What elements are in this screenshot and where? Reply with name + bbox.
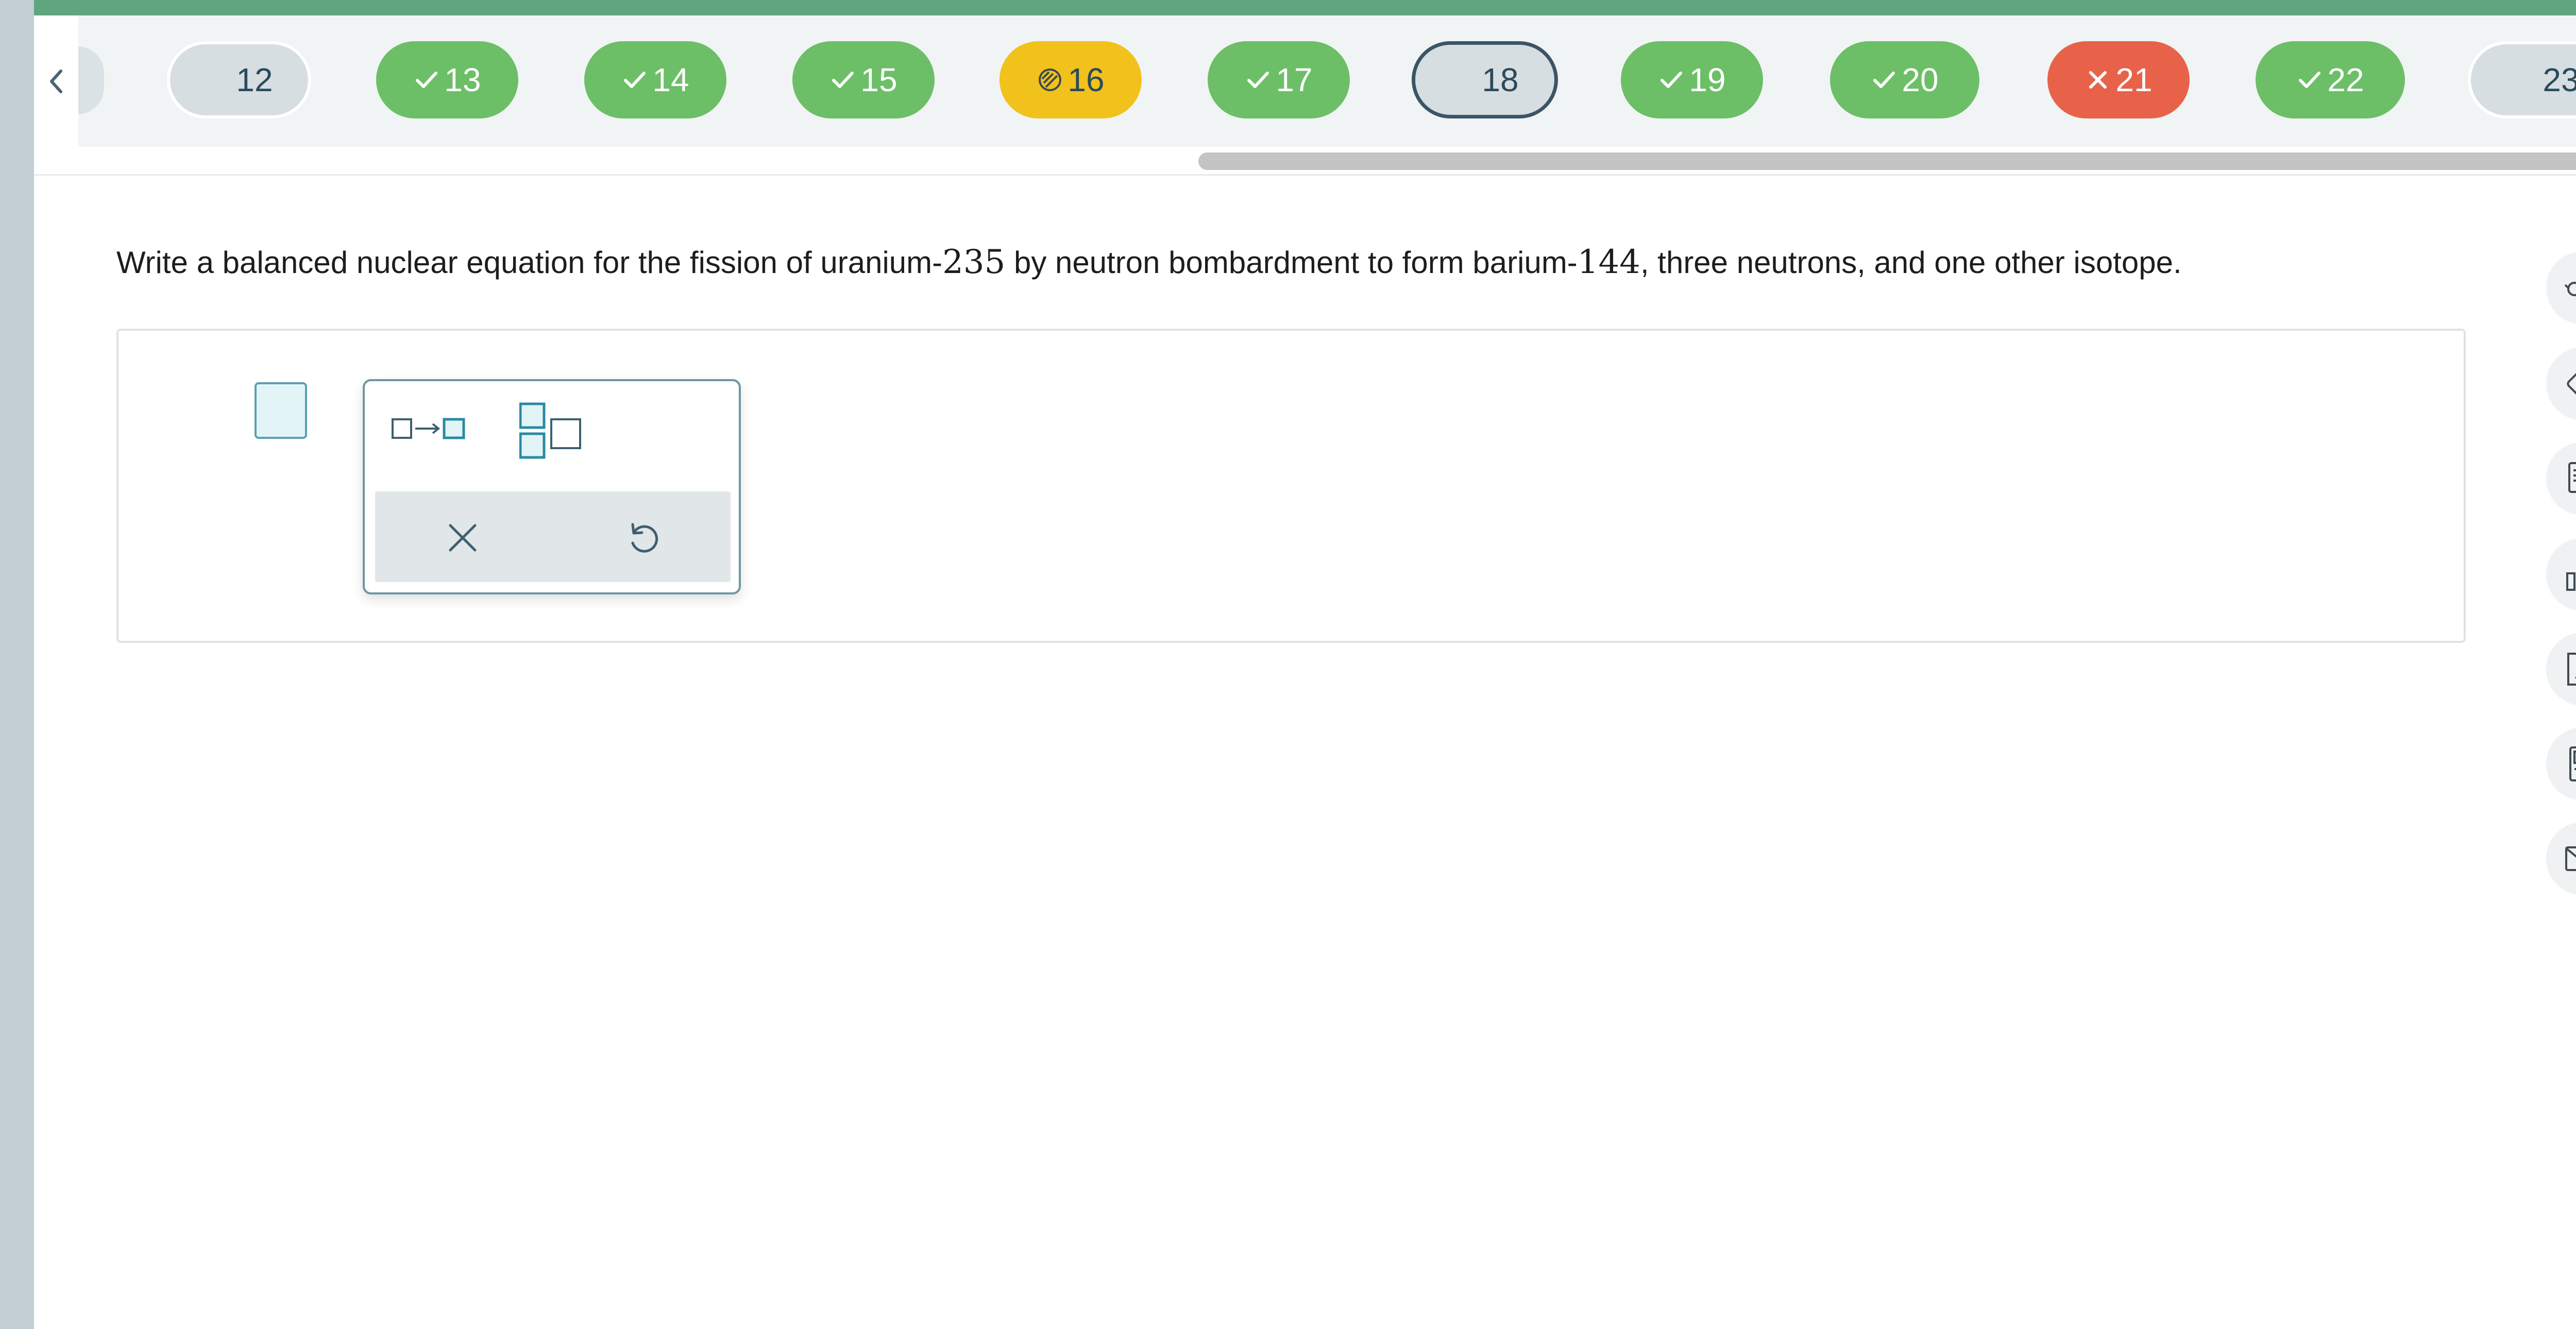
check-icon <box>832 72 854 88</box>
equation-palette <box>363 379 741 594</box>
palette-footer <box>375 491 731 582</box>
question-number: 22 <box>2327 61 2364 98</box>
question-text-part-2: by neutron bombardment to form barium- <box>1005 245 1578 280</box>
undo-button[interactable] <box>622 517 664 558</box>
notes-tool[interactable] <box>2546 442 2576 515</box>
question-number: 15 <box>860 61 897 98</box>
question-pill-22[interactable]: 22 <box>2256 41 2405 118</box>
undo-icon <box>631 523 658 553</box>
check-icon <box>1873 72 1895 88</box>
question-number: 21 <box>2115 61 2153 98</box>
x-icon <box>2089 71 2107 89</box>
question-number: 19 <box>1689 61 1726 98</box>
question-pill-18[interactable]: 18 <box>1412 41 1558 118</box>
message-tool[interactable] <box>2546 822 2576 895</box>
reaction-arrow-template-icon <box>392 418 465 439</box>
check-icon <box>1660 72 1683 88</box>
question-number: 16 <box>1067 61 1105 98</box>
answer-input-slot[interactable] <box>255 382 307 439</box>
question-text: Write a balanced nuclear equation for th… <box>116 243 2435 281</box>
reaction-arrow-template-button[interactable] <box>391 413 468 444</box>
partial-credit-icon <box>1039 69 1062 91</box>
question-pill-15[interactable]: 15 <box>792 41 935 118</box>
question-pill-17[interactable]: 17 <box>1208 41 1350 118</box>
question-text-part-3: , three neutrons, and one other isotope. <box>1640 245 2182 280</box>
question-pill-21[interactable]: 21 <box>2047 41 2190 118</box>
question-number: 14 <box>652 61 689 98</box>
envelope-icon <box>2565 846 2576 871</box>
chevron-left-icon <box>50 69 62 93</box>
question-number: 13 <box>444 61 481 98</box>
calculator-book-tool[interactable] <box>2546 727 2576 800</box>
check-icon <box>416 72 438 88</box>
direction-sign-icon <box>2567 368 2576 400</box>
question-text-part-1: Write a balanced nuclear equation for th… <box>116 245 943 280</box>
data-chart-tool[interactable] <box>2546 538 2576 611</box>
left-rail <box>0 0 34 1329</box>
question-number: 12 <box>236 61 273 98</box>
calculator-book-icon <box>2569 746 2576 781</box>
bar-chart-icon <box>2566 572 2575 591</box>
uranium-mass-number: 235 <box>942 243 1006 281</box>
nav-separator <box>34 174 2576 176</box>
question-number: 17 <box>1276 61 1313 98</box>
question-pill-20[interactable]: 20 <box>1830 41 1979 118</box>
nuclide-notation-template-icon <box>519 402 581 459</box>
check-icon <box>1247 72 1269 88</box>
notes-lightbulb-icon <box>2568 462 2576 493</box>
question-number: 20 <box>1902 61 1939 98</box>
question-number: 18 <box>1482 61 1519 98</box>
reading-glasses-tool[interactable] <box>2546 251 2576 325</box>
reading-glasses-icon <box>2564 282 2576 296</box>
question-number: 23 <box>2543 61 2576 98</box>
check-icon <box>624 72 646 88</box>
barium-mass-number: 144 <box>1577 243 1640 281</box>
nuclide-notation-template-button[interactable] <box>519 402 586 464</box>
nav-back-button[interactable] <box>34 15 78 147</box>
nav-scrollbar-thumb[interactable] <box>1198 152 2576 170</box>
clear-icon <box>449 524 477 552</box>
periodic-table-tool[interactable]: 18 Ar <box>2546 633 2576 706</box>
question-pill-19[interactable]: 19 <box>1621 41 1763 118</box>
direction-sign-tool[interactable] <box>2546 347 2576 420</box>
question-pill-16[interactable]: 16 <box>999 41 1142 118</box>
question-pill-13[interactable]: 13 <box>376 41 518 118</box>
question-pill-12[interactable]: 12 <box>167 41 311 118</box>
progress-strip <box>34 0 2576 15</box>
clear-button[interactable] <box>442 517 483 558</box>
periodic-table-icon: 18 Ar <box>2567 653 2576 686</box>
check-icon <box>2299 72 2321 88</box>
question-pill-23[interactable]: 23 <box>2468 41 2576 118</box>
question-pill-14[interactable]: 14 <box>584 41 726 118</box>
